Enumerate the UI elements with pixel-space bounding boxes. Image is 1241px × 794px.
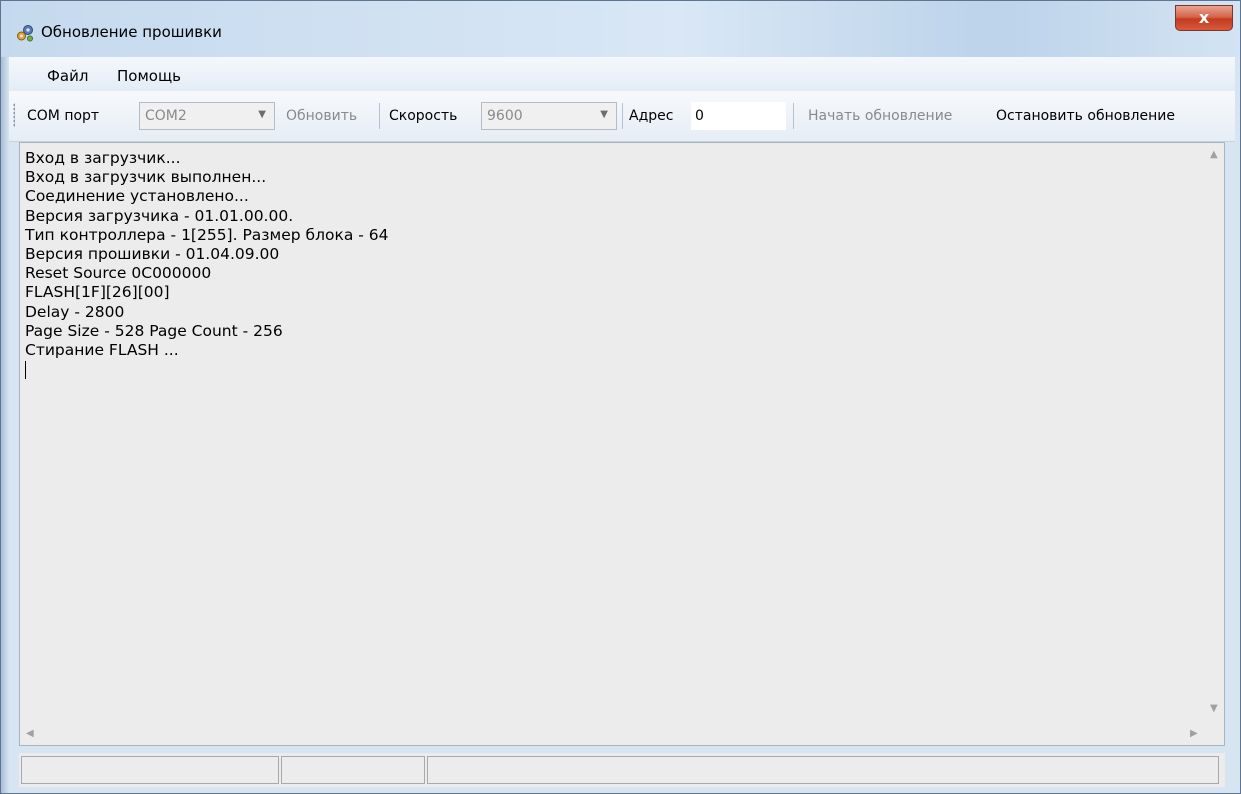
menu-bar: Файл Помощь: [9, 57, 1235, 91]
horizontal-scrollbar[interactable]: ◀ ▶: [20, 723, 1206, 745]
toolbar-separator: [793, 103, 794, 129]
stop-update-button[interactable]: Остановить обновление: [996, 108, 1175, 124]
log-line: Стирание FLASH ...: [25, 341, 179, 360]
refresh-button[interactable]: Обновить: [286, 108, 357, 124]
log-line: Тип контроллера - 1[255]. Размер блока -…: [25, 225, 389, 244]
com-port-select[interactable]: COM2 ▼: [139, 102, 275, 130]
speed-select[interactable]: 9600 ▼: [481, 102, 617, 130]
close-button[interactable]: x: [1175, 5, 1233, 31]
status-bar: [19, 753, 1225, 787]
log-lines: Вход в загрузчик... Вход в загрузчик вып…: [25, 149, 1195, 380]
log-line: Соединение установлено...: [25, 187, 249, 206]
scroll-down-icon[interactable]: ▼: [1210, 703, 1218, 714]
log-line: Reset Source 0C000000: [25, 264, 212, 283]
toolbar-separator: [379, 103, 380, 129]
log-line: Page Size - 528 Page Count - 256: [25, 321, 283, 340]
com-port-label: COM порт: [27, 108, 100, 124]
menu-file[interactable]: Файл: [47, 67, 88, 85]
gear-cluster-icon: [17, 25, 33, 42]
log-line: Delay - 2800: [25, 302, 125, 321]
chevron-down-icon: ▼: [258, 109, 266, 120]
vertical-scrollbar[interactable]: ▲ ▼: [1206, 143, 1224, 723]
status-panel: [281, 756, 425, 784]
toolbar-grip[interactable]: [13, 103, 15, 127]
window-left-edge: [1, 57, 9, 793]
title-bar[interactable]: Обновление прошивки x: [1, 1, 1240, 57]
com-port-value: COM2: [145, 108, 187, 124]
toolbar: COM порт COM2 ▼ Обновить Скорость 9600 ▼…: [9, 91, 1235, 142]
address-value: 0: [695, 108, 704, 124]
log-line: Версия загрузчика - 01.01.00.00.: [25, 206, 294, 225]
app-window: Обновление прошивки x Файл Помощь COM по…: [0, 0, 1241, 794]
status-panel: [21, 756, 279, 784]
log-line: FLASH[1F][26][00]: [25, 283, 170, 302]
status-panel: [427, 756, 1219, 784]
speed-value: 9600: [487, 108, 523, 124]
window-title: Обновление прошивки: [41, 23, 222, 41]
scrollbar-corner: [1206, 723, 1224, 745]
address-label: Адрес: [629, 108, 674, 124]
toolbar-separator: [622, 103, 623, 129]
scroll-up-icon[interactable]: ▲: [1210, 149, 1218, 160]
chevron-down-icon: ▼: [600, 109, 608, 120]
menu-help[interactable]: Помощь: [117, 67, 181, 85]
log-line: Вход в загрузчик...: [25, 149, 181, 167]
log-line: Вход в загрузчик выполнен...: [25, 168, 267, 187]
address-input[interactable]: 0: [691, 102, 786, 130]
speed-label: Скорость: [389, 108, 458, 124]
log-textarea[interactable]: Вход в загрузчик... Вход в загрузчик вып…: [19, 142, 1225, 746]
scroll-left-icon[interactable]: ◀: [26, 728, 34, 739]
start-update-button[interactable]: Начать обновление: [808, 108, 952, 124]
text-caret: [25, 361, 26, 380]
scroll-right-icon[interactable]: ▶: [1190, 728, 1198, 739]
close-icon: x: [1198, 8, 1210, 27]
log-line: Версия прошивки - 01.04.09.00: [25, 245, 280, 264]
